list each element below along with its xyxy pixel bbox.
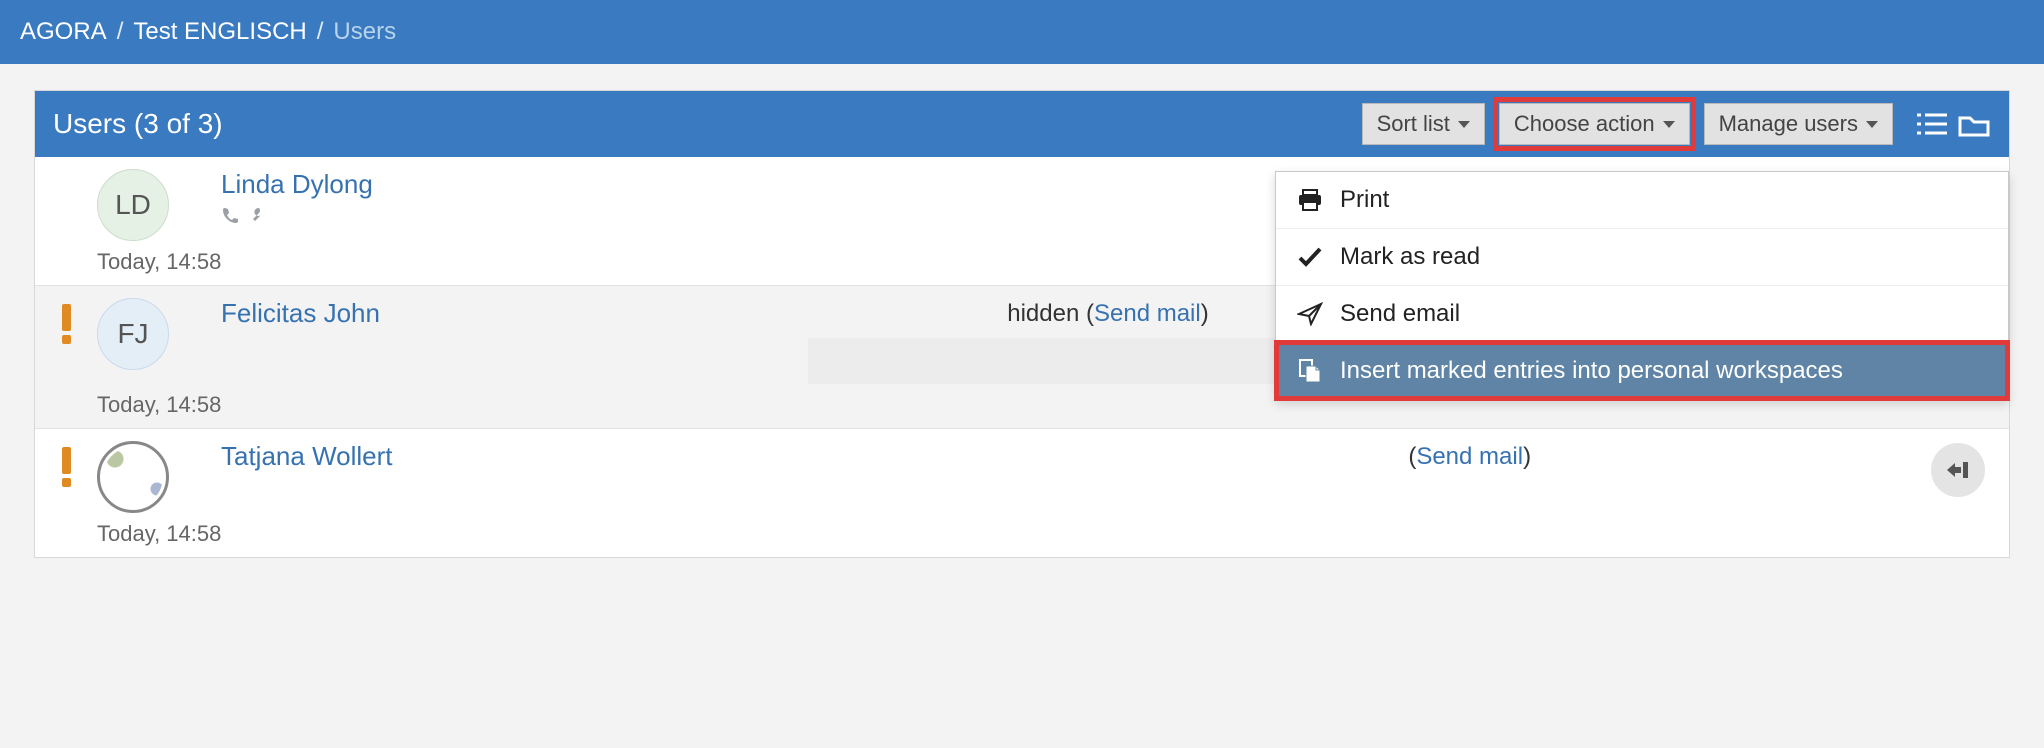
avatar-initials: FJ [117,318,148,350]
caret-down-icon [1866,121,1878,128]
manage-users-label: Manage users [1719,111,1858,137]
breadcrumb-parent[interactable]: Test ENGLISCH [133,18,306,46]
breadcrumb-sep: / [317,18,324,46]
sort-list-button[interactable]: Sort list [1362,103,1485,145]
send-mail-link[interactable]: Send mail [1094,300,1201,327]
phone-icon [221,206,239,229]
menu-item-print[interactable]: Print [1276,172,2008,228]
menu-item-send-email[interactable]: Send email [1276,285,2008,342]
check-icon [1296,246,1324,268]
menu-item-print-label: Print [1340,186,1389,214]
choose-action-label: Choose action [1514,111,1655,137]
menu-item-insert-label: Insert marked entries into personal work… [1340,357,1843,385]
send-mail-link[interactable]: Send mail [1416,443,1523,470]
breadcrumb-root[interactable]: AGORA [20,18,107,46]
menu-item-insert-workspaces[interactable]: Insert marked entries into personal work… [1276,342,2008,399]
paren-close: ) [1201,300,1209,327]
panel-header: Users (3 of 3) Sort list Choose action M… [35,91,2009,157]
avatar: LD [97,169,169,241]
avatar: FJ [97,298,169,370]
avatar-initials: LD [115,189,151,221]
wrench-icon [247,206,265,229]
user-name-link[interactable]: Linda Dylong [221,169,808,200]
user-name-link[interactable]: Felicitas John [221,298,808,329]
caret-down-icon [1458,121,1470,128]
copy-file-icon [1296,358,1324,384]
menu-item-mark-read[interactable]: Mark as read [1276,228,2008,285]
folder-view-icon[interactable] [1957,110,1991,138]
users-panel: Users (3 of 3) Sort list Choose action M… [34,90,2010,558]
list-view-icon[interactable] [1915,110,1949,138]
avatar [97,441,169,513]
alert-icon [60,304,72,344]
paper-plane-icon [1296,302,1324,326]
page-title: Users (3 of 3) [53,108,1362,140]
menu-item-mark-read-label: Mark as read [1340,243,1480,271]
menu-item-send-email-label: Send email [1340,300,1460,328]
timestamp: Today, 14:58 [35,513,2009,557]
user-row: Tatjana Wollert (Send mail) Today, 14:58 [35,428,2009,557]
breadcrumb-current: Users [333,18,396,46]
hidden-label: hidden ( [1007,300,1094,327]
choose-action-button[interactable]: Choose action [1499,103,1690,145]
caret-down-icon [1663,121,1675,128]
print-icon [1296,188,1324,212]
alert-icon [60,447,72,487]
paren-close: ) [1523,443,1531,470]
breadcrumb-bar: AGORA / Test ENGLISCH / Users [0,0,2044,64]
user-name-link[interactable]: Tatjana Wollert [221,441,808,472]
choose-action-menu: Print Mark as read Send email Insert mar… [1275,171,2009,400]
sort-list-label: Sort list [1377,111,1450,137]
breadcrumb-sep: / [117,18,124,46]
enter-button[interactable] [1931,443,1985,497]
manage-users-button[interactable]: Manage users [1704,103,1893,145]
